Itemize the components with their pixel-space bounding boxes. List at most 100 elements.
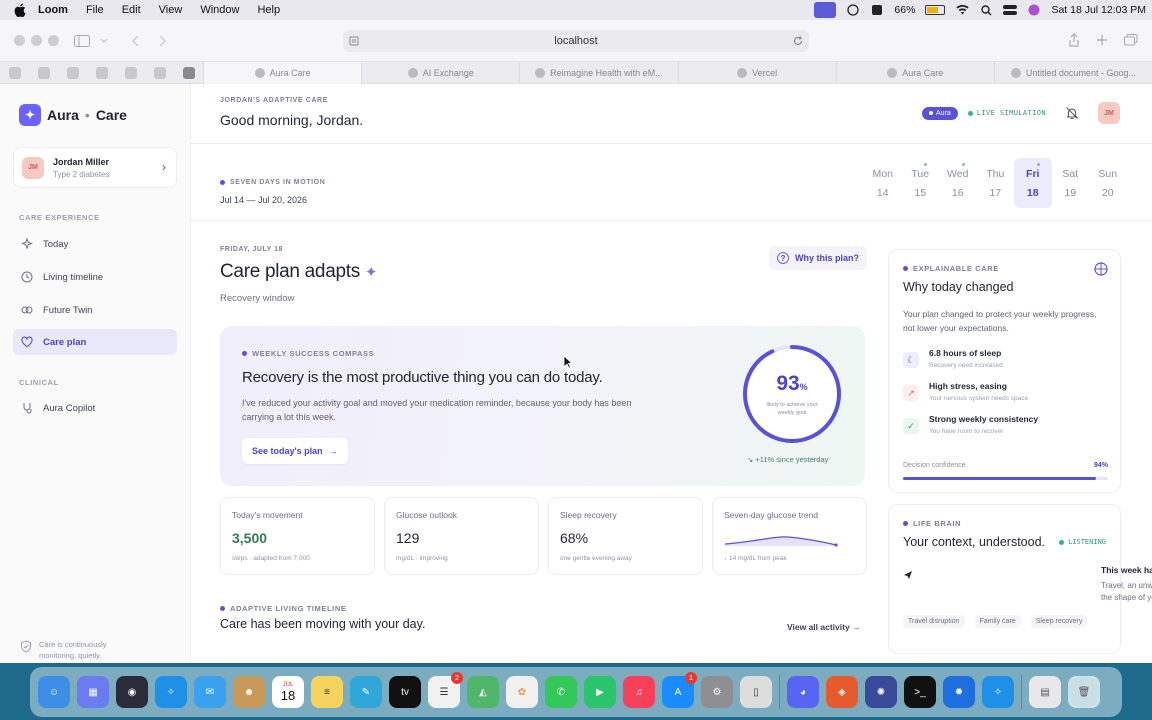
zoom-window-button[interactable] [48,35,59,46]
photos-icon[interactable]: ✿ [506,676,538,708]
sidebar-item-living-timeline[interactable]: Living timeline [13,264,177,290]
chatgpt-icon[interactable] [846,4,860,16]
sidebar-item-today[interactable]: Today [13,231,177,257]
launchpad-icon[interactable]: ▦ [77,676,109,708]
apple-icon[interactable] [14,3,28,17]
chatgpt-app-icon[interactable]: ✺ [865,676,897,708]
tab-vercel[interactable]: Vercel [677,61,836,84]
bell-off-icon[interactable] [1062,103,1082,123]
contacts-icon[interactable]: ☻ [233,676,265,708]
metric-movement[interactable]: Today's movement 3,500 steps · adapted f… [220,497,375,575]
tab-ai-exchange[interactable]: AI Exchange [361,61,519,84]
menu-view[interactable]: View [159,4,183,16]
gear-app-icon[interactable]: ✹ [943,676,975,708]
brain-icon[interactable] [1094,262,1108,281]
tab-reimagine-health[interactable]: Reimagine Health with eM... [519,61,677,84]
sidebar-item-aura-copilot[interactable]: Aura Copilot [13,395,177,421]
tab-google-doc[interactable]: Untitled document - Goog... [993,61,1152,84]
finder-icon[interactable]: ☺ [38,676,70,708]
metric-sleep[interactable]: Sleep recovery 68% one gentle evening aw… [548,497,703,575]
url-text[interactable]: localhost [554,35,597,47]
downloads-folder-icon[interactable]: ▤ [1029,676,1061,708]
siri-app-icon[interactable]: ◉ [116,676,148,708]
close-window-button[interactable] [14,35,25,46]
forward-icon[interactable] [153,34,171,48]
menu-app-name[interactable]: Loom [38,4,68,16]
reminders-icon[interactable]: ☰ 2 [428,672,463,708]
messages-icon[interactable]: ✆ [545,676,577,708]
iphone-mirroring-icon[interactable]: ▯ [740,676,772,708]
day-wed[interactable]: Wed 16 [939,158,977,208]
brave-icon[interactable]: ◈ [826,676,858,708]
aura-pill[interactable]: Aura [921,106,958,120]
calendar-icon[interactable]: JUL 18 [272,676,304,708]
minimize-window-button[interactable] [31,35,42,46]
system-settings-icon[interactable]: ⚙ [701,676,733,708]
battery-icon[interactable] [925,5,946,15]
control-center-icon[interactable] [1003,4,1018,16]
music-icon[interactable]: ♫ [623,676,655,708]
menu-help[interactable]: Help [257,4,280,16]
screen-record-icon[interactable] [814,2,837,18]
back-icon[interactable] [127,34,145,48]
sidebar-item-care-plan[interactable]: Care plan [13,329,177,355]
trash-icon[interactable]: 🗑 [1068,676,1100,708]
pinned-tab-6[interactable] [145,62,174,84]
day-fri-selected[interactable]: Fri 18 [1014,158,1052,208]
pinned-tab-7[interactable] [174,62,203,84]
day-mon[interactable]: Mon 14 [864,158,902,208]
app-store-icon[interactable]: A1 [662,672,697,708]
facetime-icon[interactable]: ▶ [584,676,616,708]
chip-family-care[interactable]: Family care [974,615,1021,628]
menu-window[interactable]: Window [200,4,239,16]
pinned-tab-gmail[interactable] [0,62,29,84]
day-tue[interactable]: Tue 15 [902,158,940,208]
pinned-tab-5[interactable] [116,62,145,84]
pinned-tab-3[interactable] [58,62,87,84]
menu-file[interactable]: File [86,4,104,16]
extension-icon[interactable] [870,4,884,16]
sidebar-toggle-icon[interactable] [73,34,91,48]
tab-overview-icon[interactable] [1124,33,1138,52]
notes-icon[interactable]: ≡ [311,676,343,708]
page-menu-icon[interactable] [347,34,361,48]
freeform-icon[interactable]: ✎ [350,676,382,708]
sidebar-item-future-twin[interactable]: Future Twin [13,297,177,323]
sparkline [724,536,838,547]
avatar[interactable]: JM [1098,102,1120,124]
pinned-tab-4[interactable] [87,62,116,84]
user-card[interactable]: JM Jordan Miller Type 2 diabetes › [13,147,177,188]
chip-sleep-recovery[interactable]: Sleep recovery [1030,615,1088,628]
chip-travel-disruption[interactable]: Travel disruption [903,615,965,628]
tab-aura-care[interactable]: Aura Care [203,61,362,84]
clock[interactable]: Sat 18 Jul 12:03 PM [1051,4,1146,16]
see-todays-plan-button[interactable]: See today's plan → [242,438,348,464]
address-bar[interactable]: localhost [343,30,809,52]
siri-icon[interactable] [1027,4,1041,16]
mail-icon[interactable]: ✉ [194,676,226,708]
maps-icon[interactable]: ◭ [467,676,499,708]
menu-edit[interactable]: Edit [122,4,141,16]
safari-2-icon[interactable]: ✧ [982,676,1014,708]
safari-icon[interactable]: ✧ [155,676,187,708]
share-icon[interactable] [1068,33,1080,52]
search-icon[interactable] [979,4,993,16]
metric-label: Sleep recovery [560,510,617,520]
pinned-tab-github[interactable] [29,62,58,84]
terminal-icon[interactable]: >_ [904,676,936,708]
apple-tv-icon[interactable]: tv [389,676,421,708]
reload-icon[interactable] [791,34,805,48]
discord-icon[interactable]: ◕ [787,676,819,708]
day-thu[interactable]: Thu 17 [977,158,1015,208]
chevron-down-icon[interactable] [95,34,113,48]
day-sat[interactable]: Sat 19 [1052,158,1090,208]
metric-glucose[interactable]: Glucose outlook 129 mg/dL · improving [384,497,539,575]
day-sun[interactable]: Sun 20 [1089,158,1127,208]
wifi-icon[interactable] [955,4,969,16]
new-tab-icon[interactable] [1096,33,1108,52]
view-all-activity-link[interactable]: View all activity → [787,622,861,632]
tab-aura-care-2[interactable]: Aura Care [835,61,994,84]
why-this-plan-button[interactable]: ? Why this plan? [769,246,867,270]
metric-glucose-trend[interactable]: Seven-day glucose trend ↓ 14 mg/dL from … [712,497,867,575]
brand[interactable]: ✦ Aura • Care [19,104,127,126]
